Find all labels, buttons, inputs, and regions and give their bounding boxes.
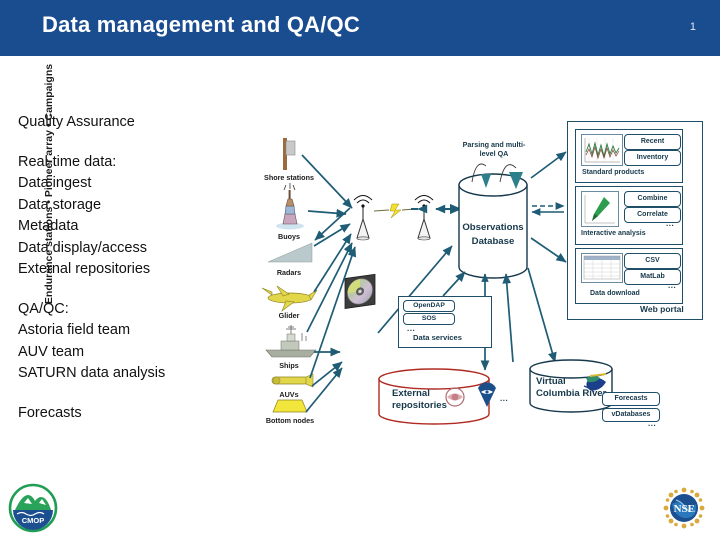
data-download-card: CSV MatLab ... Data download <box>575 248 683 304</box>
db-to-vcr <box>527 267 557 363</box>
platform-arrows <box>301 154 357 379</box>
forecasts-button[interactable]: Forecasts <box>602 392 660 406</box>
auv-icon <box>271 373 314 388</box>
external-repositories-ellipsis: ... <box>500 394 509 403</box>
qa-note-line2: level QA <box>479 149 509 158</box>
glider-icon <box>261 285 318 312</box>
data-flow-diagram: Endurance stations • Pioneer array • Cam… <box>0 0 720 540</box>
data-services-panel: OpenDAP SOS ... Data services <box>398 296 492 348</box>
data-download-caption: Data download <box>590 290 640 297</box>
bottom-node-icon <box>272 399 308 413</box>
interactive-analysis-ellipsis: ... <box>666 219 675 228</box>
recent-button[interactable]: Recent <box>624 134 681 150</box>
map-plot-thumb <box>581 191 619 227</box>
wireless-link-icon <box>373 203 416 219</box>
qa-note-line1: Parsing and multi- <box>462 140 526 149</box>
platform-label-radars: Radars <box>276 268 302 277</box>
radar-icon <box>267 242 313 263</box>
platform-label-ships: Ships <box>279 361 299 370</box>
external-repositories-label-1: External <box>392 388 430 399</box>
buoy-icon <box>276 183 304 230</box>
external-repositories-label-2: repositories <box>392 400 447 411</box>
svg-text:CMOP: CMOP <box>22 516 45 525</box>
observations-database-label-2: Database <box>471 236 515 247</box>
interactive-analysis-card: Combine Correlate ... Interactive analys… <box>575 186 683 245</box>
data-download-ellipsis: ... <box>668 281 677 290</box>
svg-text:NSF: NSF <box>674 503 695 515</box>
virtual-columbia-label-1: Virtual <box>536 376 566 387</box>
inventory-button[interactable]: Inventory <box>624 150 681 166</box>
platform-label-bottom-nodes: Bottom nodes <box>265 416 315 425</box>
standard-products-caption: Standard products <box>582 169 645 176</box>
cmop-logo: CMOP <box>8 483 58 533</box>
combine-button[interactable]: Combine <box>624 191 681 207</box>
platform-label-auvs: AUVs <box>279 390 299 399</box>
table-thumb <box>581 253 623 283</box>
shore-station-icon <box>283 138 296 170</box>
timeseries-plot-thumb <box>581 134 623 166</box>
media-disc-icon <box>344 273 376 309</box>
csv-button[interactable]: CSV <box>624 253 681 269</box>
platform-label-buoys: Buoys <box>278 232 300 241</box>
virtual-columbia-ellipsis: ... <box>648 419 657 428</box>
observations-database-label-1: Observations <box>462 222 524 233</box>
antenna-offshore-icon <box>353 195 373 241</box>
services-to-db <box>442 271 466 297</box>
platform-label-shore-stations: Shore stations <box>264 173 314 182</box>
standard-products-card: Recent Inventory Standard products <box>575 129 683 183</box>
web-portal-caption: Web portal <box>640 304 684 314</box>
data-services-ellipsis: ... <box>407 324 416 333</box>
platform-label-glider: Glider <box>278 311 300 320</box>
interactive-analysis-caption: Interactive analysis <box>581 230 646 237</box>
opendap-button[interactable]: OpenDAP <box>403 300 455 312</box>
antenna-shore-icon <box>414 195 434 241</box>
repos-to-db <box>502 273 514 363</box>
nsf-logo: NSF <box>662 486 706 530</box>
data-services-caption: Data services <box>413 333 462 342</box>
web-portal-panel: Recent Inventory Standard products Combi… <box>567 121 703 320</box>
db-webportal-dashed <box>531 202 565 216</box>
